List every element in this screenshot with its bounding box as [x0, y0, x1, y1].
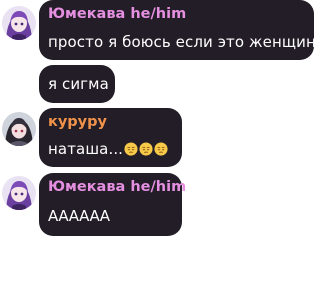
message-bubble[interactable]: кypypy наташа... — [39, 108, 182, 167]
message-bubble[interactable]: Юмекава he/him просто я боюсь если это ж… — [39, 0, 320, 60]
message-text-content: наташа... — [48, 140, 124, 158]
pensive-face-emoji-icon — [124, 142, 138, 156]
avatar[interactable] — [2, 6, 36, 40]
pensive-face-emoji-icon — [139, 142, 153, 156]
message-bubble[interactable]: Юмекава he/him АААААА — [39, 173, 186, 236]
dark-haired-avatar-icon — [2, 112, 36, 146]
message-author[interactable]: кypypy — [48, 114, 107, 130]
message-bubble[interactable]: я сигма — [39, 65, 115, 103]
purple-haired-avatar-icon — [2, 6, 36, 40]
message-author[interactable]: Юмекава he/him — [48, 179, 186, 195]
avatar[interactable] — [2, 176, 36, 210]
message-text: я сигма — [48, 75, 109, 93]
message-text: АААААА — [48, 207, 111, 225]
purple-haired-avatar-icon — [2, 176, 36, 210]
pensive-face-emoji-icon — [154, 142, 168, 156]
message-author[interactable]: Юмекава he/him — [48, 6, 186, 22]
chat-log: Юмекава he/him просто я боюсь если это ж… — [0, 0, 320, 286]
message-text: наташа... — [48, 140, 168, 158]
message-text: просто я боюсь если это женщина — [48, 33, 320, 51]
avatar[interactable] — [2, 112, 36, 146]
